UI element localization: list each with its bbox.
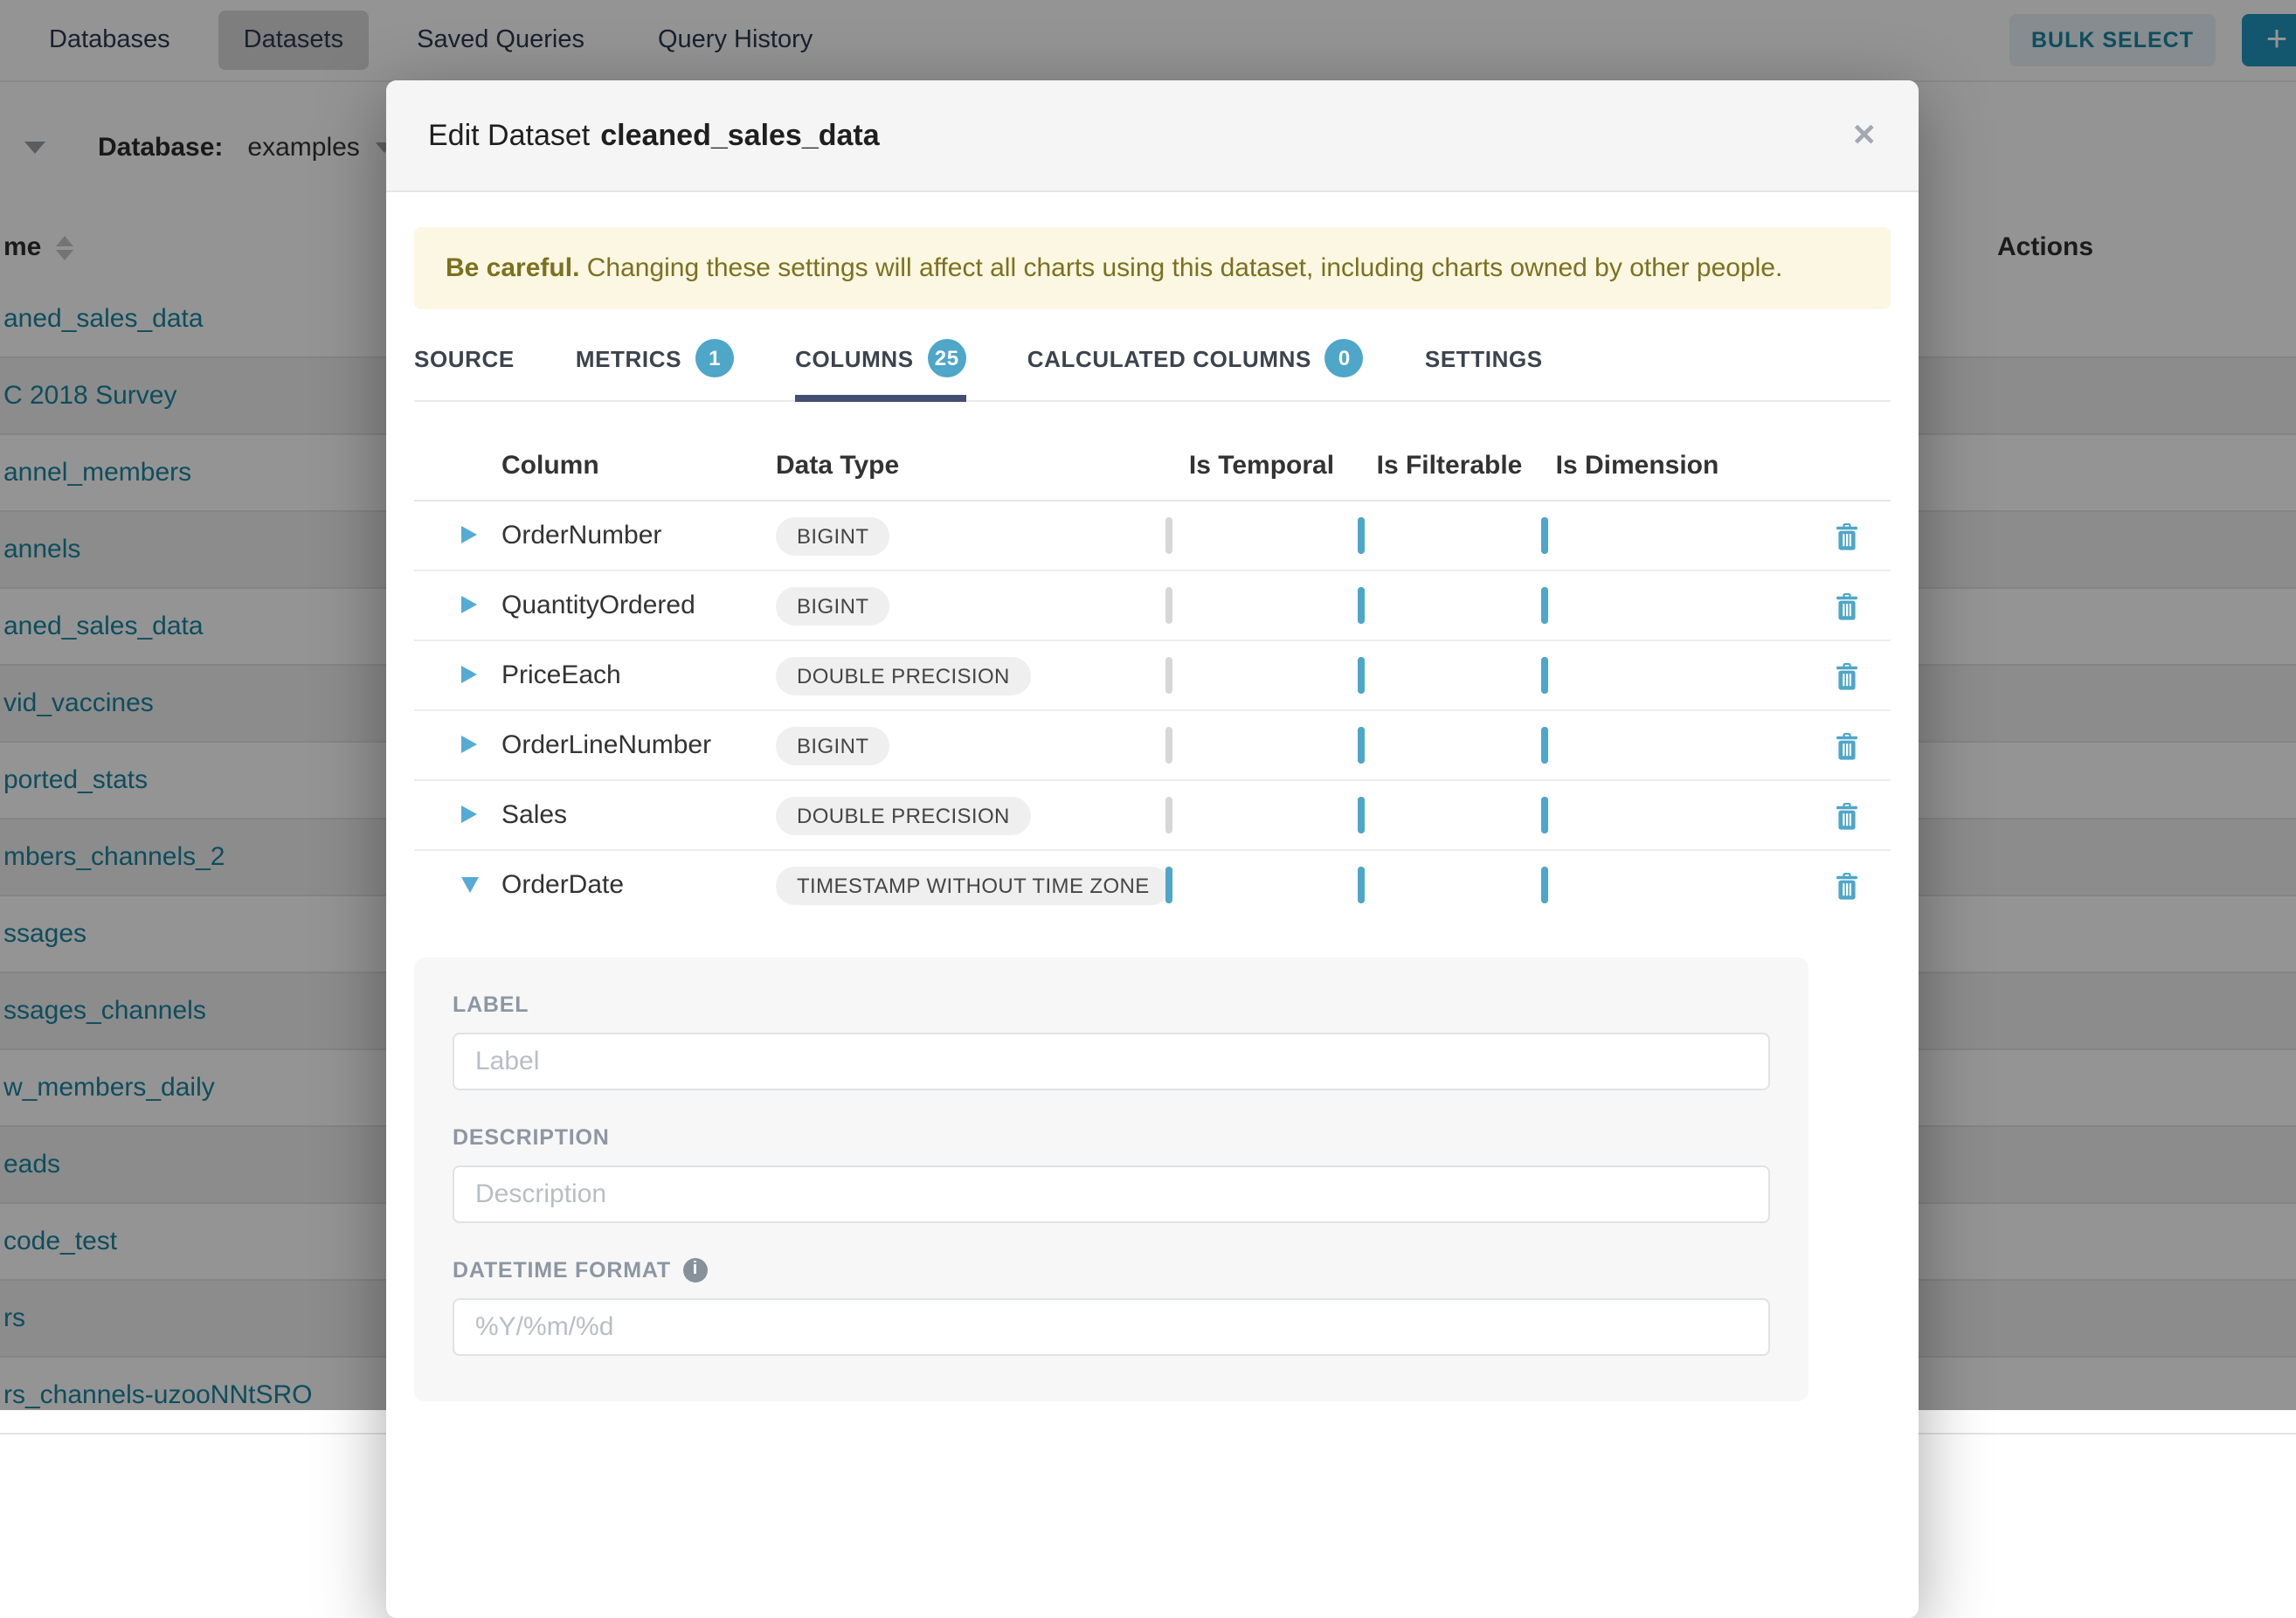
column-row: OrderNumber BIGINT [414, 501, 1891, 570]
data-type-header: Data Type [776, 450, 1165, 480]
column-name: OrderDate [501, 870, 776, 900]
trash-icon [1835, 801, 1859, 829]
is-temporal-header: Is Temporal [1165, 450, 1358, 480]
column-row: OrderDate TIMESTAMP WITHOUT TIME ZONE [414, 849, 1891, 919]
delete-column-button[interactable] [1803, 591, 1891, 619]
tab-calculated-columns[interactable]: CALCULATED COLUMNS 0 [1027, 330, 1364, 400]
is-dimension-checkbox[interactable] [1541, 727, 1548, 764]
tab-label: SETTINGS [1425, 345, 1543, 371]
column-name: OrderLineNumber [501, 730, 776, 760]
trash-icon [1835, 522, 1859, 550]
delete-column-button[interactable] [1803, 731, 1891, 759]
tab-label: METRICS [576, 345, 681, 371]
is-temporal-checkbox[interactable] [1165, 587, 1172, 624]
modal-header: Edit Dataset cleaned_sales_data ✕ [386, 80, 1919, 192]
is-temporal-checkbox[interactable] [1165, 727, 1172, 764]
column-header: Column [501, 450, 776, 480]
delete-column-button[interactable] [1803, 661, 1891, 689]
data-type-pill: BIGINT [776, 516, 889, 555]
description-field-group: DESCRIPTION [453, 1125, 1770, 1223]
info-icon[interactable]: i [683, 1258, 708, 1283]
is-temporal-checkbox[interactable] [1165, 867, 1172, 903]
column-row: Sales DOUBLE PRECISION [414, 779, 1891, 849]
tab-label: CALCULATED COLUMNS [1027, 345, 1311, 371]
columns-count-badge: 25 [928, 339, 966, 377]
is-filterable-header: Is Filterable [1358, 450, 1541, 480]
is-temporal-checkbox[interactable] [1165, 517, 1172, 554]
is-filterable-checkbox[interactable] [1358, 867, 1365, 903]
data-type-pill: BIGINT [776, 586, 889, 625]
tab-settings[interactable]: SETTINGS [1425, 330, 1543, 400]
expand-caret-icon[interactable] [461, 596, 477, 613]
label-field-group: LABEL [453, 992, 1770, 1090]
is-filterable-checkbox[interactable] [1358, 657, 1365, 694]
column-name: Sales [501, 800, 776, 830]
close-icon[interactable]: ✕ [1852, 118, 1878, 153]
datetime-format-field-label: DATETIME FORMAT i [453, 1258, 1770, 1283]
data-type-pill: TIMESTAMP WITHOUT TIME ZONE [776, 866, 1171, 904]
is-dimension-checkbox[interactable] [1541, 517, 1548, 554]
metrics-count-badge: 1 [695, 339, 734, 377]
label-field-label: LABEL [453, 992, 1770, 1017]
is-filterable-checkbox[interactable] [1358, 517, 1365, 554]
description-field-label: DESCRIPTION [453, 1125, 1770, 1150]
warning-banner: Be careful. Changing these settings will… [414, 227, 1891, 309]
is-temporal-checkbox[interactable] [1165, 657, 1172, 694]
modal-title-dataset-name: cleaned_sales_data [600, 118, 879, 151]
collapse-caret-icon[interactable] [461, 877, 479, 893]
expand-caret-icon[interactable] [461, 736, 477, 753]
expand-caret-icon[interactable] [461, 526, 477, 543]
modal-tabs: SOURCE METRICS 1 COLUMNS 25 CALCULATED C… [414, 330, 1891, 402]
tab-label: SOURCE [414, 345, 515, 371]
column-detail-panel: LABEL DESCRIPTION DATETIME FORMAT i [414, 958, 1808, 1401]
tab-columns[interactable]: COLUMNS 25 [795, 330, 966, 400]
modal-title: Edit Dataset cleaned_sales_data [428, 118, 880, 153]
delete-column-button[interactable] [1803, 522, 1891, 550]
is-dimension-checkbox[interactable] [1541, 587, 1548, 624]
is-filterable-checkbox[interactable] [1358, 587, 1365, 624]
warning-bold-text: Be careful. [446, 253, 579, 283]
columns-table: Column Data Type Is Temporal Is Filterab… [414, 430, 1891, 919]
column-name: PriceEach [501, 660, 776, 690]
warning-text: Changing these settings will affect all … [579, 253, 1782, 283]
tab-metrics[interactable]: METRICS 1 [576, 330, 734, 400]
data-type-pill: DOUBLE PRECISION [776, 796, 1031, 834]
is-temporal-checkbox[interactable] [1165, 797, 1172, 833]
is-dimension-checkbox[interactable] [1541, 797, 1548, 833]
is-dimension-header: Is Dimension [1541, 450, 1733, 480]
data-type-pill: BIGINT [776, 726, 889, 764]
tab-source[interactable]: SOURCE [414, 330, 515, 400]
trash-icon [1835, 591, 1859, 619]
delete-column-button[interactable] [1803, 871, 1891, 899]
label-input[interactable] [453, 1033, 1770, 1090]
trash-icon [1835, 731, 1859, 759]
is-dimension-checkbox[interactable] [1541, 657, 1548, 694]
column-name: QuantityOrdered [501, 591, 776, 620]
column-row: OrderLineNumber BIGINT [414, 709, 1891, 779]
is-filterable-checkbox[interactable] [1358, 797, 1365, 833]
is-filterable-checkbox[interactable] [1358, 727, 1365, 764]
tab-label: COLUMNS [795, 345, 914, 371]
datetime-format-field-group: DATETIME FORMAT i [453, 1258, 1770, 1356]
expand-caret-icon[interactable] [461, 806, 477, 823]
datetime-format-input[interactable] [453, 1298, 1770, 1356]
column-name: OrderNumber [501, 521, 776, 550]
columns-table-header: Column Data Type Is Temporal Is Filterab… [414, 430, 1891, 501]
delete-column-button[interactable] [1803, 801, 1891, 829]
data-type-pill: DOUBLE PRECISION [776, 656, 1031, 695]
column-row: PriceEach DOUBLE PRECISION [414, 640, 1891, 709]
description-input[interactable] [453, 1165, 1770, 1223]
expand-caret-icon[interactable] [461, 666, 477, 683]
trash-icon [1835, 661, 1859, 689]
edit-dataset-modal: Edit Dataset cleaned_sales_data ✕ Be care… [386, 80, 1919, 1618]
calculated-columns-count-badge: 0 [1325, 339, 1364, 377]
is-dimension-checkbox[interactable] [1541, 867, 1548, 903]
trash-icon [1835, 871, 1859, 899]
modal-title-prefix: Edit Dataset [428, 118, 590, 151]
column-row: QuantityOrdered BIGINT [414, 570, 1891, 640]
